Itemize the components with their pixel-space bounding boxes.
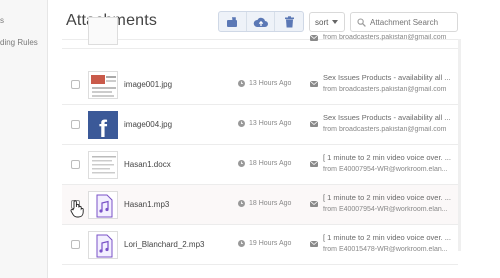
- svg-text:f: f: [99, 116, 108, 139]
- sort-label: sort: [315, 17, 329, 27]
- timestamp: 13 Hours Ago: [238, 120, 291, 127]
- file-name[interactable]: image001.jpg: [124, 80, 172, 89]
- search-box: [350, 12, 458, 32]
- sender-text: from E40007954-WR@workroom.elan...: [323, 166, 448, 173]
- search-input[interactable]: [370, 17, 456, 27]
- file-thumbnail: [88, 17, 118, 45]
- file-name[interactable]: Lori_Blanchard_2.mp3: [124, 240, 205, 249]
- envelope-icon: [310, 241, 318, 247]
- list-item[interactable]: Hasan1.docx 18 Hours Ago [ 1 minute to 2…: [62, 145, 458, 185]
- document-preview-icon: [91, 75, 116, 97]
- sender-text: from E40007954-WR@workroom.elan...: [323, 206, 448, 213]
- sender-text: from broadcasters.pakistan@gmail.com: [323, 86, 447, 93]
- row-checkbox[interactable]: [71, 240, 80, 249]
- file-name[interactable]: Hasan1.docx: [124, 160, 171, 169]
- timestamp: 18 Hours Ago: [238, 160, 291, 167]
- file-thumbnail: [88, 151, 118, 179]
- list-item[interactable]: image001.jpg 13 Hours Ago Sex Issues Pro…: [62, 65, 458, 105]
- share-icon: [227, 16, 237, 27]
- email-subject[interactable]: [ 1 minute to 2 min video voice over. ..…: [323, 233, 457, 242]
- file-thumbnail: [88, 231, 118, 259]
- audio-file-icon: [96, 234, 113, 258]
- envelope-icon: [310, 35, 318, 41]
- row-checkbox[interactable]: [71, 80, 80, 89]
- email-subject[interactable]: [ 1 minute to 2 min video voice over. ..…: [323, 153, 457, 162]
- envelope-icon: [310, 201, 318, 207]
- row-checkbox[interactable]: [71, 160, 80, 169]
- file-name[interactable]: image004.jpg: [124, 120, 172, 129]
- list-item[interactable]: Hasan1.mp3 18 Hours Ago [ 1 minute to 2 …: [62, 185, 458, 225]
- word-document-icon: [92, 156, 116, 174]
- file-thumbnail: [88, 191, 118, 219]
- list-item[interactable]: f image004.jpg 13 Hours Ago Sex Issues P…: [62, 105, 458, 145]
- clock-icon: [238, 200, 245, 207]
- sender-text: from broadcasters.pakistan@gmail.com: [323, 34, 447, 41]
- trash-icon: [284, 15, 294, 27]
- facebook-icon: f: [99, 116, 108, 139]
- file-thumbnail: f: [88, 111, 118, 139]
- hand-cursor-icon: [70, 200, 84, 218]
- sidebar-item-forwarding-rules[interactable]: ding Rules: [0, 38, 38, 47]
- file-thumbnail: [88, 71, 118, 99]
- envelope-icon: [310, 121, 318, 127]
- row-checkbox[interactable]: [71, 120, 80, 129]
- list-item[interactable]: Lori_Blanchard_2.mp3 19 Hours Ago [ 1 mi…: [62, 225, 458, 265]
- sort-dropdown[interactable]: sort: [309, 12, 345, 32]
- clock-icon: [238, 160, 245, 167]
- scrollbar[interactable]: [458, 39, 461, 251]
- delete-button[interactable]: [275, 12, 303, 31]
- sidebar: s ding Rules: [0, 0, 48, 278]
- attachment-list: from broadcasters.pakistan@gmail.com ima…: [62, 17, 458, 265]
- sidebar-item-partial[interactable]: s: [0, 16, 4, 25]
- envelope-icon: [310, 161, 318, 167]
- share-button[interactable]: [219, 12, 247, 31]
- clock-icon: [238, 80, 245, 87]
- cloud-upload-button[interactable]: [247, 12, 275, 31]
- email-subject[interactable]: Sex Issues Products - availability all .…: [323, 113, 457, 122]
- timestamp: 18 Hours Ago: [238, 200, 291, 207]
- email-subject[interactable]: [ 1 minute to 2 min video voice over. ..…: [323, 193, 457, 202]
- sender-text: from E40015478-WR@workroom.elan...: [323, 246, 448, 253]
- attachments-app: s ding Rules Attachments sort: [0, 0, 500, 278]
- timestamp: 13 Hours Ago: [238, 80, 291, 87]
- clock-icon: [238, 240, 245, 247]
- attachment-actions: [218, 11, 304, 32]
- cloud-upload-icon: [253, 17, 268, 27]
- list-item[interactable]: from broadcasters.pakistan@gmail.com: [62, 17, 458, 49]
- clock-icon: [238, 120, 245, 127]
- sender-text: from broadcasters.pakistan@gmail.com: [323, 126, 447, 133]
- email-subject[interactable]: Sex Issues Products - availability all .…: [323, 73, 457, 82]
- envelope-icon: [310, 81, 318, 87]
- chevron-down-icon: [332, 20, 339, 24]
- search-icon: [357, 17, 366, 27]
- timestamp: 19 Hours Ago: [238, 240, 291, 247]
- audio-file-icon: [96, 194, 113, 218]
- file-name[interactable]: Hasan1.mp3: [124, 200, 169, 209]
